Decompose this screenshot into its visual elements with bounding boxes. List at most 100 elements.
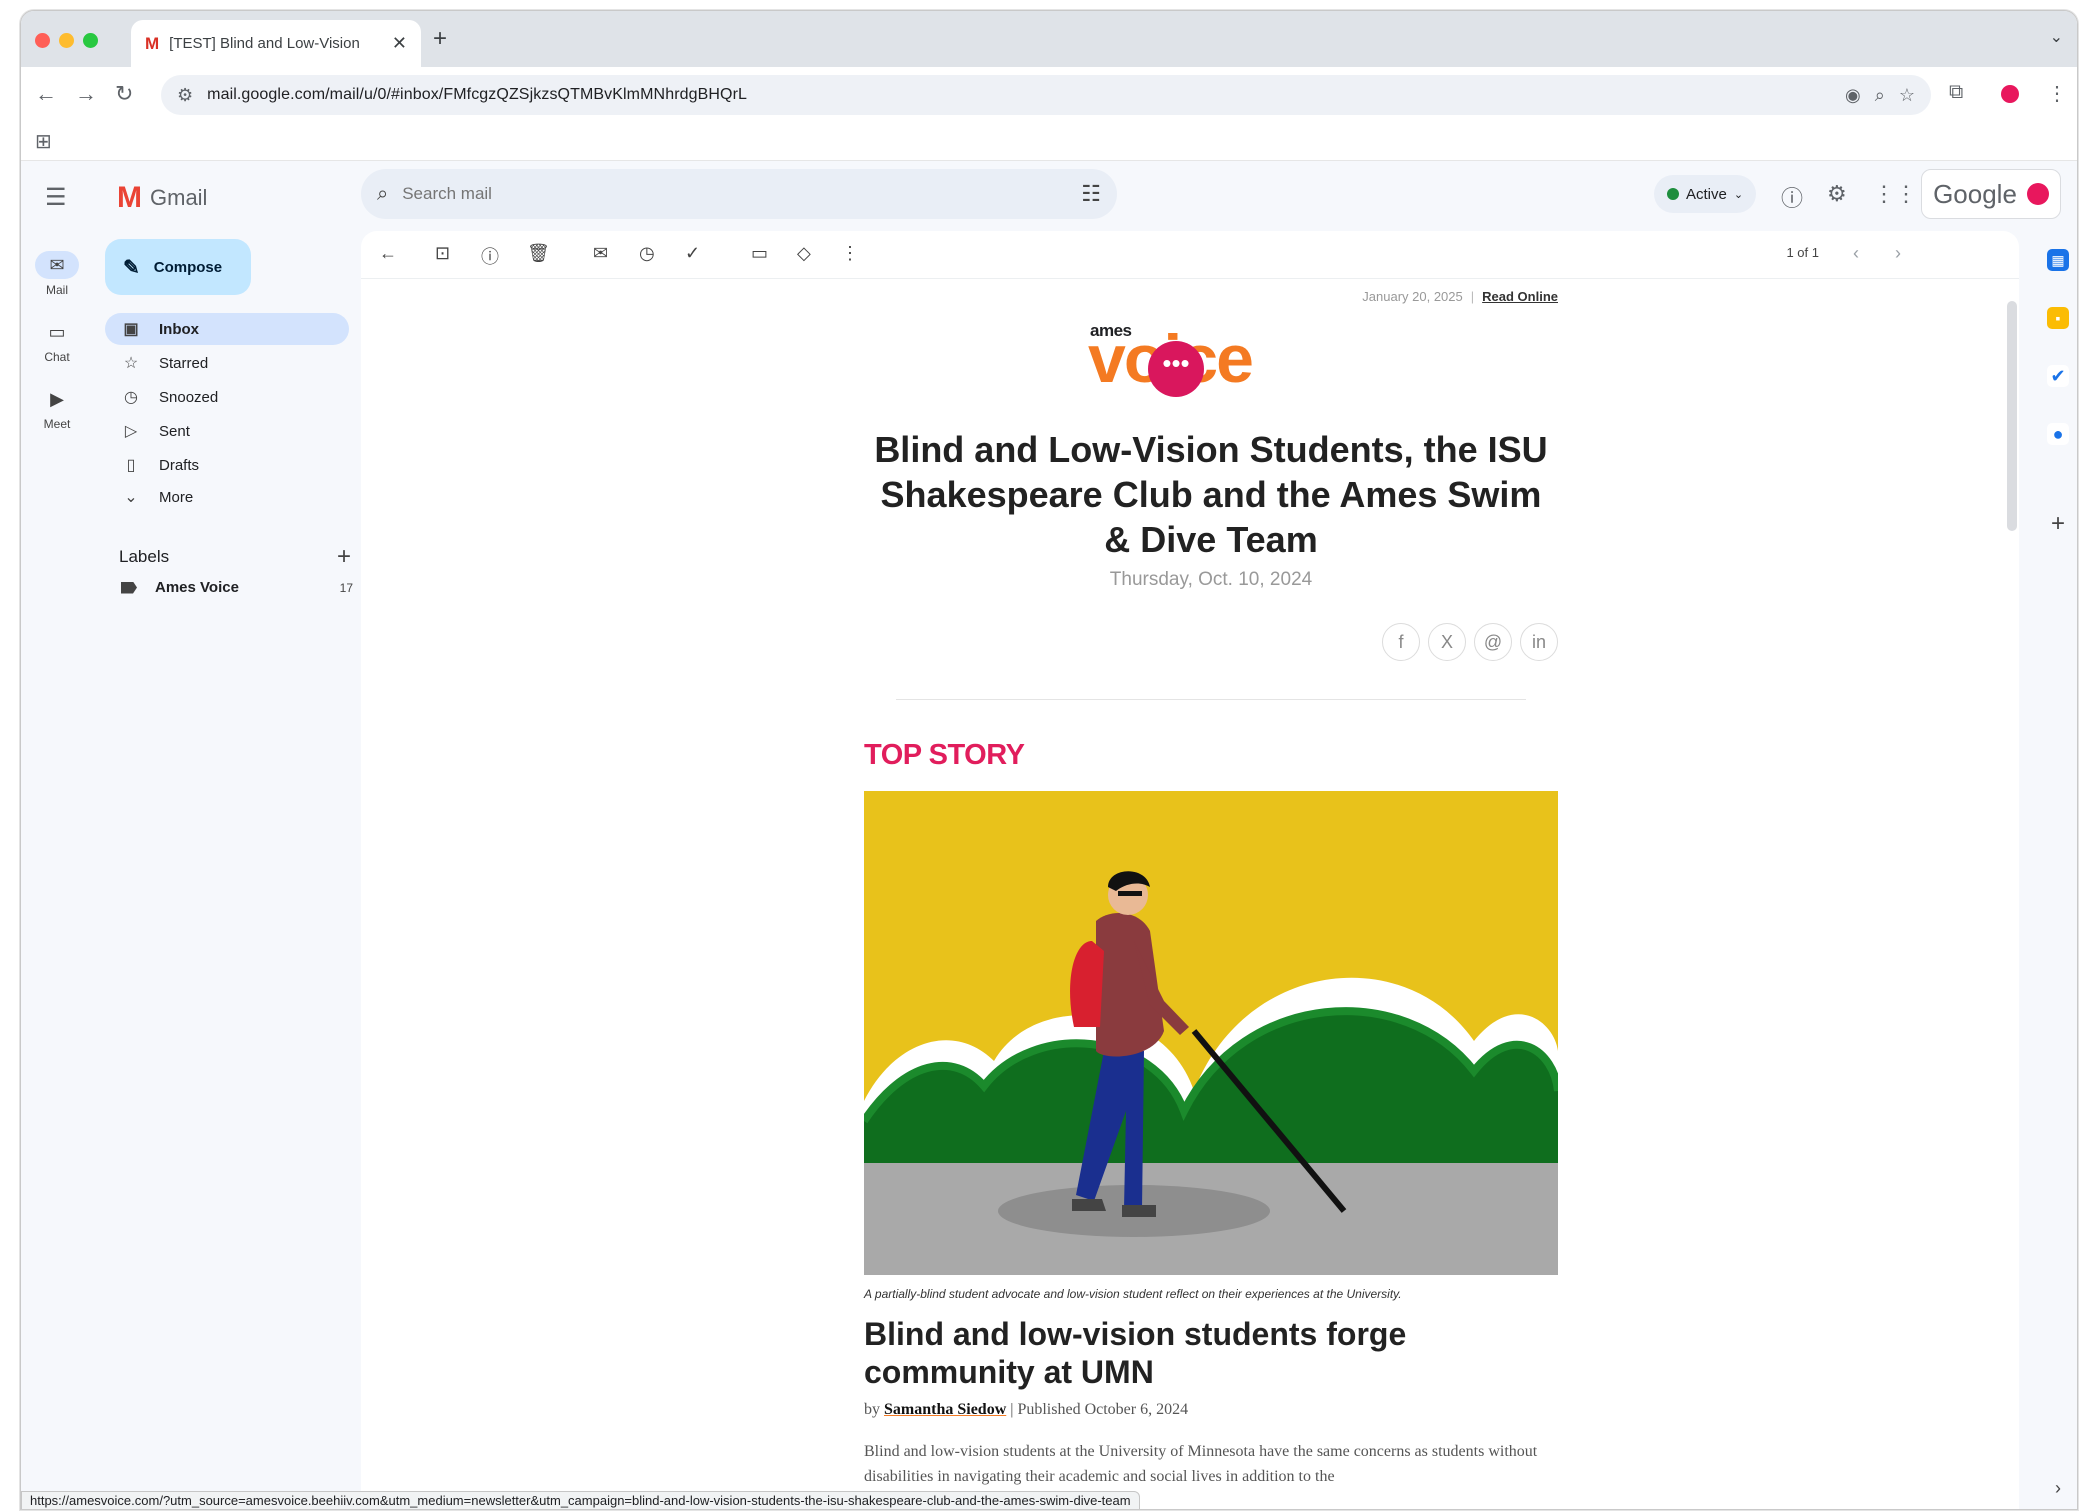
- snooze-icon[interactable]: ◷: [639, 243, 655, 264]
- browser-window: M [TEST] Blind and Low-Vision ✕ + ⌄ ← → …: [20, 10, 2078, 1510]
- delete-icon[interactable]: 🗑: [527, 243, 550, 264]
- sidebar-item-more[interactable]: ⌄ More: [105, 481, 349, 513]
- close-tab-icon[interactable]: ✕: [392, 33, 407, 54]
- hero-illustration[interactable]: [864, 791, 1558, 1275]
- site-settings-icon[interactable]: ⚙: [177, 85, 193, 106]
- folder-label: More: [159, 488, 194, 506]
- google-wordmark: Google: [1933, 178, 2017, 209]
- zoom-icon[interactable]: ⌕: [1875, 85, 1885, 106]
- read-online-link[interactable]: Read Online: [1482, 289, 1558, 304]
- url-text: mail.google.com/mail/u/0/#inbox/FMfcgzQZ…: [207, 86, 748, 103]
- send-icon: ▷: [124, 423, 138, 440]
- forward-icon[interactable]: →: [75, 81, 97, 107]
- issue-meta: January 20, 2025 | Read Online: [1362, 289, 1558, 304]
- mark-unread-icon[interactable]: ✉: [593, 243, 608, 264]
- gmail-favicon-icon: M: [145, 33, 160, 53]
- label-item-ames-voice[interactable]: Ames Voice 17: [121, 579, 353, 596]
- inbox-icon: ▣: [123, 321, 139, 338]
- share-buttons: f X @ in: [1382, 623, 1558, 661]
- gmail-logo[interactable]: M Gmail: [117, 181, 207, 215]
- compose-button[interactable]: ✎ Compose: [105, 239, 251, 295]
- sidebar-item-drafts[interactable]: ▯ Drafts: [105, 449, 349, 481]
- message-pane: ← ⊡ ⓘ 🗑 ✉ ◷ ✓ ▭ ◇ ⋮ 1 of 1 ‹ › January 2…: [361, 231, 2019, 1509]
- back-icon[interactable]: ←: [35, 81, 57, 107]
- image-caption: A partially-blind student advocate and l…: [864, 1287, 1402, 1301]
- pager-count: 1 of 1: [1786, 245, 1819, 260]
- search-icon[interactable]: ⌕: [377, 183, 388, 206]
- rail-item-meet[interactable]: ▶ Meet: [21, 385, 93, 432]
- address-bar[interactable]: ⚙ mail.google.com/mail/u/0/#inbox/FMfcgz…: [161, 75, 1931, 115]
- archive-icon[interactable]: ⊡: [435, 243, 450, 264]
- issue-date: January 20, 2025: [1362, 289, 1463, 304]
- help-icon[interactable]: ⓘ: [1781, 181, 1803, 213]
- story-title[interactable]: Blind and low-vision students forge comm…: [864, 1315, 1558, 1391]
- get-addons-icon[interactable]: +: [2047, 510, 2069, 537]
- byline-prefix: by: [864, 1401, 880, 1418]
- search-input[interactable]: [402, 184, 1068, 204]
- label-icon[interactable]: ◇: [797, 243, 811, 264]
- status-label: Active: [1685, 185, 1727, 203]
- sidebar-item-snoozed[interactable]: ◷ Snoozed: [105, 381, 349, 413]
- extensions-icon[interactable]: ⧉: [1949, 81, 1963, 104]
- author-link[interactable]: Samantha Siedow: [884, 1401, 1006, 1418]
- sidebar-item-inbox[interactable]: ▣ Inbox: [105, 313, 349, 345]
- minimize-window-button[interactable]: [59, 33, 74, 48]
- sidebar-item-starred[interactable]: ☆ Starred: [105, 347, 349, 379]
- older-icon[interactable]: ›: [1895, 243, 1901, 264]
- add-task-icon[interactable]: ✓: [685, 243, 700, 264]
- folder-label: Starred: [159, 354, 209, 372]
- calendar-icon[interactable]: ▦: [2047, 249, 2069, 271]
- newer-icon[interactable]: ‹: [1853, 243, 1859, 264]
- section-heading: TOP STORY: [864, 739, 1025, 771]
- bookmarks-bar: ⊞: [21, 123, 2077, 161]
- mail-icon: ✉: [35, 251, 79, 279]
- search-options-icon[interactable]: ☷: [1081, 181, 1101, 207]
- settings-gear-icon[interactable]: ⚙: [1827, 181, 1847, 207]
- search-bar[interactable]: ⌕ ☷: [361, 169, 1117, 219]
- app-rail: ✉ Mail ▭ Chat ▶ Meet: [21, 161, 93, 1509]
- hero-illustration-svg: [864, 791, 1558, 1275]
- rail-item-mail[interactable]: ✉ Mail: [21, 251, 93, 297]
- move-to-icon[interactable]: ▭: [751, 243, 768, 264]
- browser-tab[interactable]: M [TEST] Blind and Low-Vision ✕: [131, 20, 421, 67]
- draft-icon: ▯: [126, 457, 136, 474]
- browser-menu-icon[interactable]: ⋮: [2047, 81, 2067, 106]
- keep-icon[interactable]: ▪: [2047, 307, 2069, 329]
- scrollbar-thumb[interactable]: [2007, 301, 2017, 531]
- browser-profile-avatar[interactable]: [2001, 85, 2019, 103]
- tasks-icon[interactable]: ✔: [2047, 365, 2069, 387]
- side-panel: ▦ ▪ ✔ ● + ›: [2035, 161, 2077, 1509]
- close-window-button[interactable]: [35, 33, 50, 48]
- eye-icon[interactable]: ◉: [1845, 85, 1861, 106]
- byline: by Samantha Siedow | Published October 6…: [864, 1401, 1188, 1419]
- status-button[interactable]: Active ⌄: [1654, 175, 1756, 213]
- add-label-icon[interactable]: +: [337, 543, 351, 571]
- show-side-panel-icon[interactable]: ›: [2047, 1477, 2069, 1499]
- meta-divider: |: [1470, 289, 1475, 304]
- google-apps-icon[interactable]: ⋮⋮: [1873, 181, 1917, 207]
- tab-search-chevron-icon[interactable]: ⌄: [2050, 27, 2063, 47]
- facebook-icon[interactable]: f: [1382, 623, 1420, 661]
- reload-icon[interactable]: ↻: [115, 81, 133, 107]
- published-date: | Published October 6, 2024: [1010, 1401, 1189, 1418]
- rail-label: Chat: [44, 350, 70, 364]
- apps-grid-icon[interactable]: ⊞: [35, 129, 52, 154]
- more-options-icon[interactable]: ⋮: [841, 243, 859, 264]
- zoom-window-button[interactable]: [83, 33, 98, 48]
- sidebar-item-sent[interactable]: ▷ Sent: [105, 415, 349, 447]
- back-to-inbox-icon[interactable]: ←: [379, 243, 397, 264]
- compose-label: Compose: [153, 258, 223, 276]
- threads-icon[interactable]: @: [1474, 623, 1512, 661]
- pencil-icon: ✎: [123, 256, 140, 279]
- x-twitter-icon[interactable]: X: [1428, 623, 1466, 661]
- new-tab-button[interactable]: +: [433, 25, 447, 53]
- rail-item-chat[interactable]: ▭ Chat: [21, 318, 93, 365]
- chat-icon: ▭: [48, 321, 66, 342]
- label-name: Ames Voice: [155, 579, 239, 596]
- ames-voice-logo[interactable]: voice ••• ames: [1088, 319, 1338, 399]
- linkedin-icon[interactable]: in: [1520, 623, 1558, 661]
- report-spam-icon[interactable]: ⓘ: [481, 243, 499, 269]
- contacts-icon[interactable]: ●: [2047, 423, 2069, 445]
- chevron-down-icon: ⌄: [1733, 188, 1744, 201]
- bookmark-star-icon[interactable]: ☆: [1899, 85, 1915, 106]
